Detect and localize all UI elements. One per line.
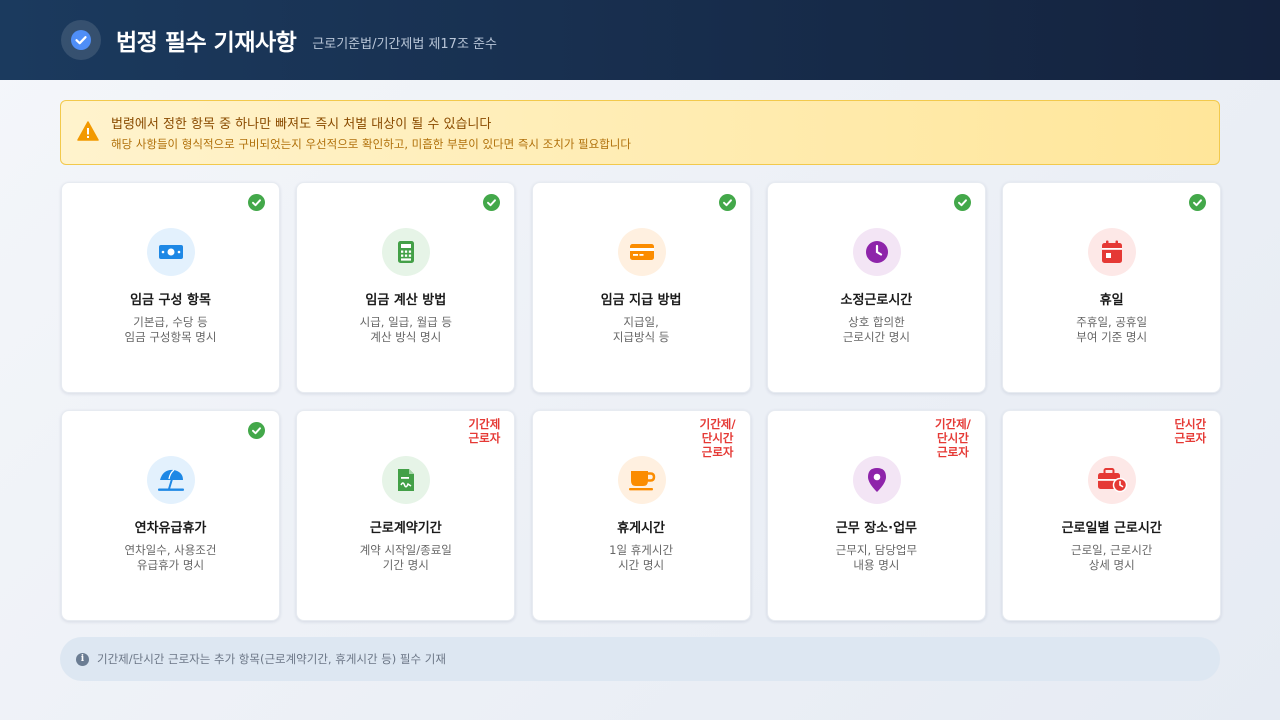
card-title: 임금 구성 항목 (130, 293, 211, 308)
card-description: 근무지, 담당업무 내용 명시 (835, 543, 918, 572)
requirement-card: 기간제/ 단시간 근로자휴게시간 1일 휴게시간 시간 명시 (531, 410, 751, 621)
card-description: 1일 휴게시간 시간 명시 (609, 543, 674, 572)
requirement-card: 임금 구성 항목기본급, 수당 등 임금 구성항목 명시 (61, 182, 280, 393)
worker-type-tag: 단시간 근로자 (1174, 417, 1207, 445)
footer-note: i 기간제/단시간 근로자는 추가 항목(근로계약기간, 휴게시간 등) 필수 … (60, 637, 1220, 681)
check-icon (248, 422, 265, 439)
card-description: 근로일, 근로시간 상세 명시 (1071, 543, 1153, 572)
card-title: 임금 계산 방법 (365, 293, 447, 308)
worker-type-tag: 기간제/ 단시간 근로자 (934, 417, 971, 459)
coffee-icon (617, 456, 666, 504)
check-icon (1189, 194, 1207, 211)
briefcase-clock-icon (1088, 456, 1137, 504)
info-icon: i (76, 652, 89, 666)
card-description: 기본급, 수당 등 임금 구성항목 명시 (124, 315, 217, 344)
clock-icon (852, 228, 901, 276)
contract-icon (382, 456, 431, 504)
beach-umbrella-icon (147, 456, 195, 504)
page-title: 법정 필수 기재사항 (116, 30, 297, 56)
requirement-card: 임금 계산 방법시급, 일급, 월급 등 계산 방식 명시 (296, 182, 516, 393)
card-description: 상호 합의한 근로시간 명시 (842, 315, 910, 344)
card-description: 계약 시작일/종료일 기간 명시 (359, 543, 452, 572)
money-icon (147, 228, 195, 276)
requirement-card: 소정근로시간상호 합의한 근로시간 명시 (766, 182, 986, 393)
card-title: 근로계약기간 (369, 521, 442, 536)
alert-description: 해당 사항들이 형식적으로 구비되었는지 우선적으로 확인하고, 미흡한 부분이… (111, 137, 631, 151)
location-pin-icon (852, 456, 901, 504)
check-icon (248, 194, 265, 211)
requirement-card: 기간제/ 단시간 근로자근무 장소·업무근무지, 담당업무 내용 명시 (766, 410, 986, 621)
card-title: 휴게시간 (617, 521, 666, 536)
check-circle-icon (61, 20, 101, 60)
credit-card-icon (617, 228, 666, 276)
card-description: 주휴일, 공휴일 부여 기준 명시 (1076, 315, 1148, 344)
card-description: 시급, 일급, 월급 등 계산 방식 명시 (359, 315, 452, 344)
calendar-icon (1088, 228, 1137, 276)
worker-type-tag: 기간제/ 단시간 근로자 (699, 417, 736, 459)
warning-icon (77, 120, 99, 145)
requirement-card: 임금 지급 방법지급일, 지급방식 등 (531, 182, 751, 393)
check-icon (483, 194, 501, 211)
card-title: 연차유급휴가 (134, 521, 207, 536)
card-title: 근무 장소·업무 (835, 521, 917, 536)
requirement-card: 연차유급휴가연차일수, 사용조건 유급휴가 명시 (61, 410, 280, 621)
check-icon (718, 194, 736, 211)
requirement-card: 휴일주휴일, 공휴일 부여 기준 명시 (1002, 182, 1222, 393)
page-subtitle: 근로기준법/기간제법 제17조 준수 (312, 36, 497, 52)
warning-alert: 법령에서 정한 항목 중 하나만 빠져도 즉시 처벌 대상이 될 수 있습니다 … (60, 100, 1220, 165)
requirement-card: 단시간 근로자근로일별 근로시간근로일, 근로시간 상세 명시 (1002, 410, 1222, 621)
worker-type-tag: 기간제 근로자 (468, 417, 501, 445)
calculator-icon (382, 228, 431, 276)
requirement-card: 기간제 근로자근로계약기간계약 시작일/종료일 기간 명시 (296, 410, 516, 621)
check-icon (953, 194, 971, 211)
card-description: 지급일, 지급방식 등 (612, 315, 670, 344)
alert-title: 법령에서 정한 항목 중 하나만 빠져도 즉시 처벌 대상이 될 수 있습니다 (111, 117, 492, 132)
card-description: 연차일수, 사용조건 유급휴가 명시 (124, 543, 217, 572)
card-title: 휴일 (1099, 293, 1124, 308)
card-title: 근로일별 근로시간 (1061, 521, 1162, 536)
footer-text: 기간제/단시간 근로자는 추가 항목(근로계약기간, 휴게시간 등) 필수 기재 (97, 652, 446, 666)
card-title: 소정근로시간 (840, 293, 913, 308)
card-title: 임금 지급 방법 (600, 293, 682, 308)
page-header: 법정 필수 기재사항 근로기준법/기간제법 제17조 준수 (0, 0, 1280, 80)
